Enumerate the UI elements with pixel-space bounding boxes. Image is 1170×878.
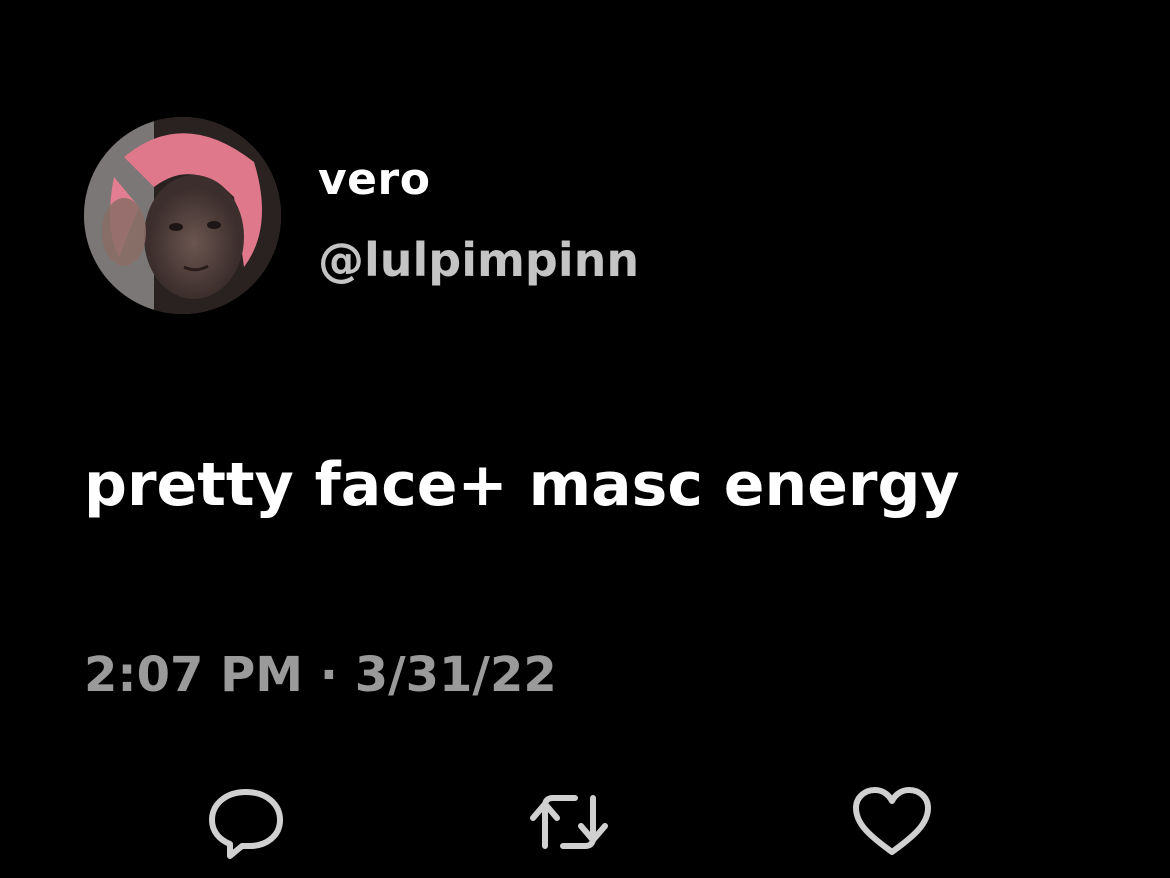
tweet-text: pretty face+ masc energy xyxy=(84,450,960,520)
user-handle[interactable]: @lulpimpinn xyxy=(318,228,639,292)
retweet-button[interactable] xyxy=(527,782,611,862)
avatar[interactable] xyxy=(84,117,281,314)
display-name[interactable]: vero xyxy=(318,150,430,210)
reply-icon xyxy=(209,789,283,859)
tweet-timestamp[interactable]: 2:07 PM · 3/31/22 xyxy=(84,642,557,708)
avatar-photo xyxy=(84,117,281,314)
retweet-icon xyxy=(530,795,608,849)
like-icon xyxy=(853,787,931,855)
like-button[interactable] xyxy=(850,782,934,862)
tweet-card: vero @lulpimpinn pretty face+ masc energ… xyxy=(0,0,1170,878)
reply-button[interactable] xyxy=(204,782,288,862)
